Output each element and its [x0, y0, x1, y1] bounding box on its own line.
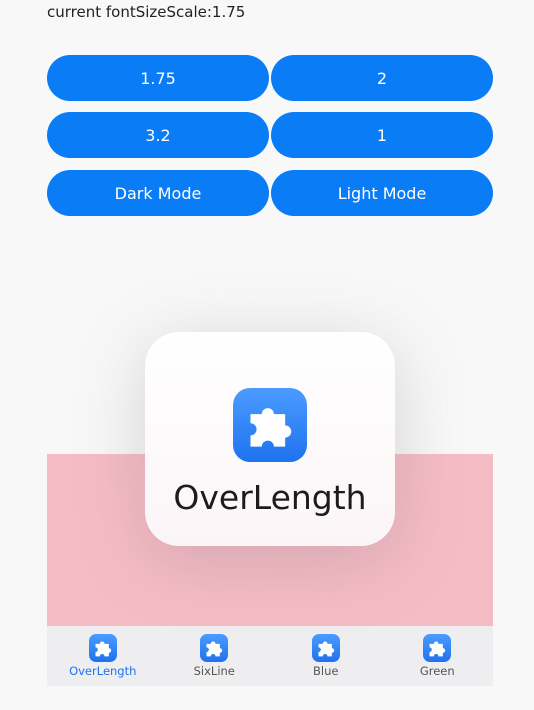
- scale-1-button[interactable]: 1: [271, 112, 493, 158]
- tab-overlength[interactable]: OverLength: [47, 626, 159, 686]
- font-size-scale-label: current fontSizeScale:1.75: [47, 3, 246, 21]
- puzzle-icon: [200, 634, 229, 662]
- scale-3-2-button[interactable]: 3.2: [47, 112, 269, 158]
- dark-mode-button[interactable]: Dark Mode: [47, 170, 269, 216]
- popup-card-title: OverLength: [173, 478, 367, 517]
- scale-1-75-button[interactable]: 1.75: [47, 55, 269, 101]
- tab-green[interactable]: Green: [382, 626, 494, 686]
- tab-bar: OverLength SixLine Blue Green: [47, 626, 493, 686]
- puzzle-icon: [233, 388, 307, 462]
- tab-blue[interactable]: Blue: [270, 626, 382, 686]
- tab-sixline[interactable]: SixLine: [159, 626, 271, 686]
- scale-2-button[interactable]: 2: [271, 55, 493, 101]
- puzzle-icon: [311, 634, 340, 662]
- font-scale-popup-card: OverLength: [145, 332, 395, 546]
- puzzle-icon: [88, 634, 117, 662]
- light-mode-button[interactable]: Light Mode: [271, 170, 493, 216]
- tab-label: Green: [419, 664, 455, 678]
- tab-label: OverLength: [69, 664, 137, 678]
- tab-label: SixLine: [193, 664, 235, 678]
- tab-label: Blue: [313, 664, 339, 678]
- puzzle-icon: [423, 634, 452, 662]
